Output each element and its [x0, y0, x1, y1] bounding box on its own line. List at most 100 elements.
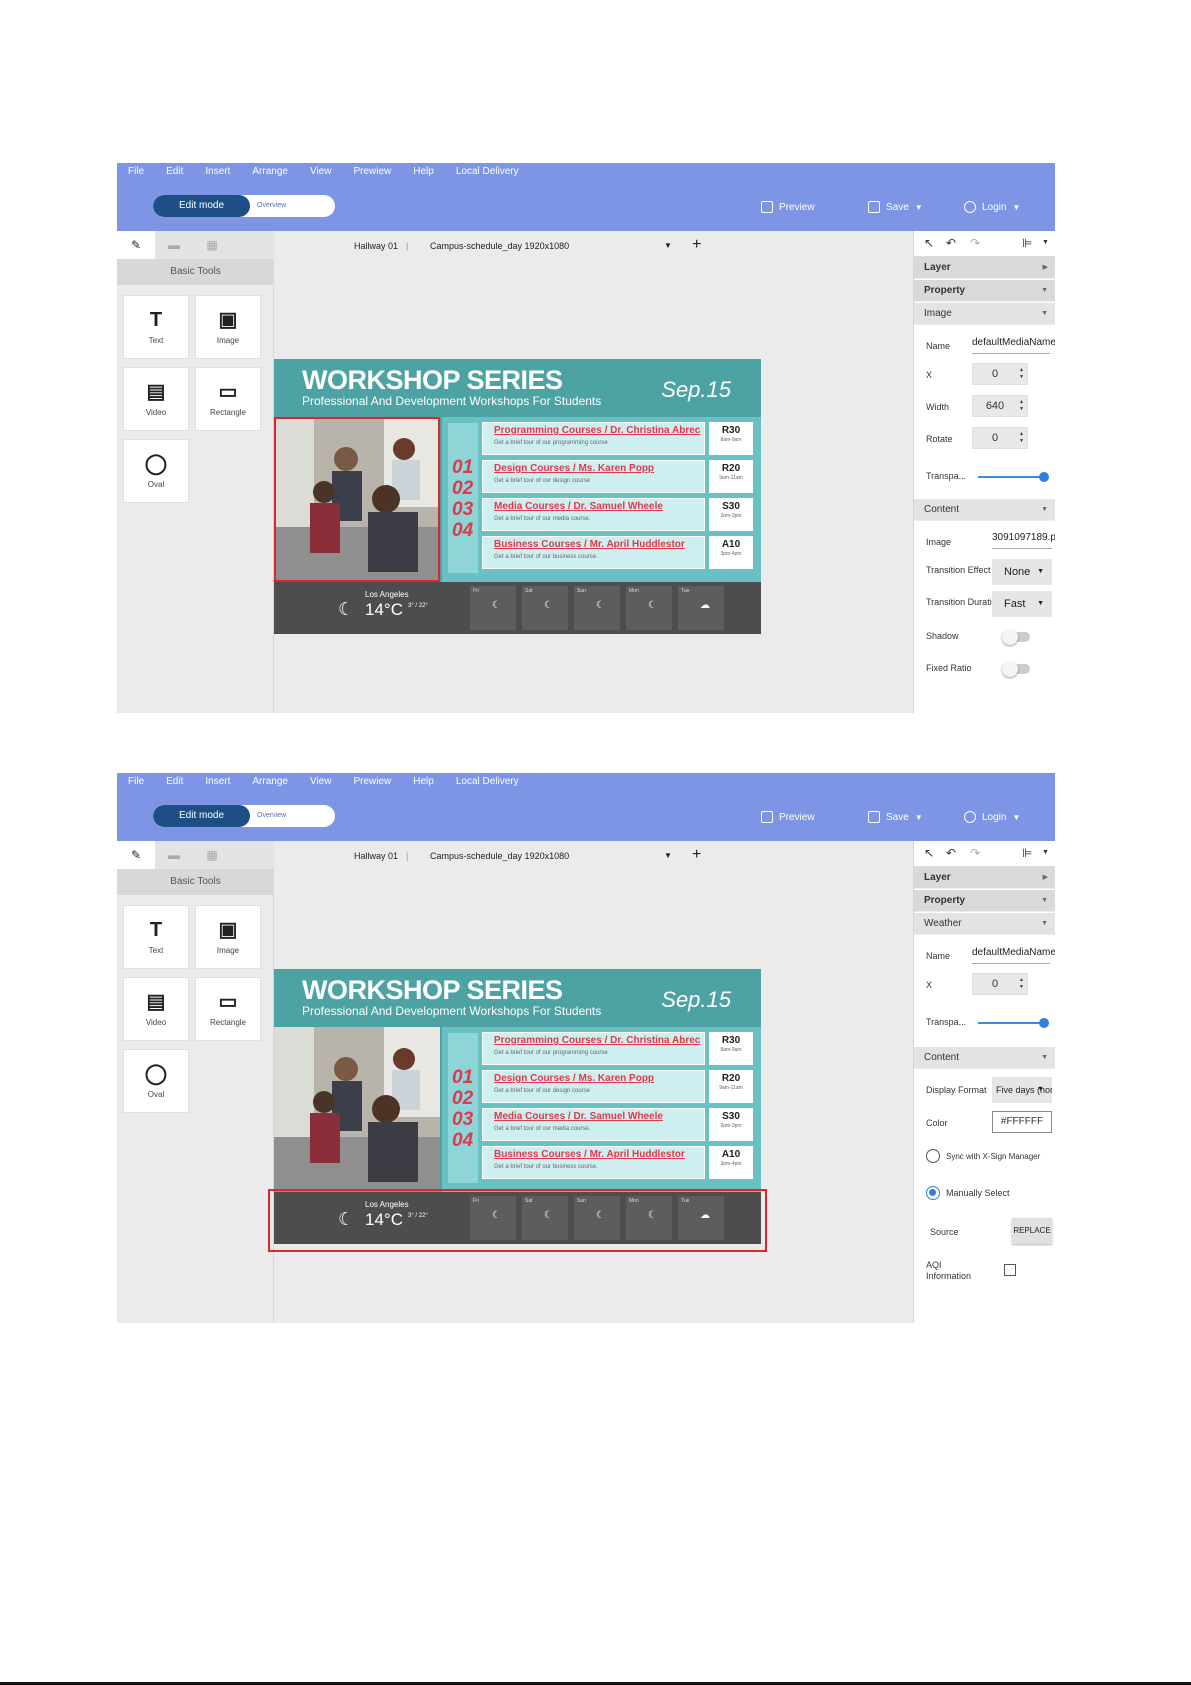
course-row[interactable]: Programming Courses / Dr. Christina Abre…	[482, 1032, 705, 1065]
poster-date[interactable]: Sep.15	[661, 987, 731, 1013]
chevron-down-icon[interactable]: ▼	[1042, 239, 1049, 246]
tool-text[interactable]: T Text	[123, 905, 189, 969]
chevron-down-icon[interactable]: ▼	[1042, 849, 1049, 856]
section-weather[interactable]: Weather ▼	[914, 913, 1055, 935]
section-property[interactable]: Property ▼	[914, 890, 1055, 912]
menu-file[interactable]: File	[128, 166, 144, 177]
aqi-checkbox[interactable]	[1004, 1264, 1016, 1276]
tool-oval[interactable]: ◯ Oval	[123, 1049, 189, 1113]
menu-view[interactable]: View	[310, 776, 332, 787]
transition-effect-select[interactable]: None	[992, 559, 1052, 585]
rotate-stepper[interactable]: 0	[972, 427, 1028, 449]
pencil-icon[interactable]: ✎	[117, 231, 155, 259]
add-icon[interactable]: +	[692, 846, 701, 864]
undo-icon[interactable]: ↶	[946, 236, 956, 250]
room-cell[interactable]: R20 9am-11am	[709, 460, 753, 493]
save-button[interactable]: Save ▼	[868, 811, 923, 823]
manual-radio[interactable]	[926, 1186, 940, 1200]
transition-duration-select[interactable]: Fast	[992, 591, 1052, 617]
x-stepper[interactable]: 0	[972, 363, 1028, 385]
briefcase-icon[interactable]: ▬	[155, 231, 193, 259]
poster-title[interactable]: WORKSHOP SERIES	[302, 365, 563, 396]
login-button[interactable]: Login ▼	[964, 201, 1020, 213]
poster-photo[interactable]	[274, 1027, 440, 1192]
tool-image[interactable]: ▣ Image	[195, 905, 261, 969]
slider-knob[interactable]	[1039, 472, 1049, 482]
mode-toggle[interactable]: Edit mode Overview	[153, 805, 335, 827]
room-cell[interactable]: A10 3pm-4pm	[709, 536, 753, 569]
course-row[interactable]: Design Courses / Ms. Karen Popp Get a bri…	[482, 460, 705, 493]
menu-view[interactable]: View	[310, 166, 332, 177]
layout-select[interactable]: Campus-schedule_day 1920x1080	[430, 241, 569, 251]
align-icon[interactable]: ⊫	[1022, 236, 1032, 250]
transparency-slider[interactable]	[978, 476, 1044, 478]
tool-rectangle[interactable]: ▭ Rectangle	[195, 977, 261, 1041]
slider-knob[interactable]	[1039, 1018, 1049, 1028]
poster-subtitle[interactable]: Professional And Development Workshops F…	[302, 1004, 601, 1018]
align-icon[interactable]: ⊫	[1022, 846, 1032, 860]
screen-name[interactable]: Hallway 01	[354, 851, 398, 861]
section-layer[interactable]: Layer ▶	[914, 867, 1055, 889]
poster-date[interactable]: Sep.15	[661, 377, 731, 403]
section-image[interactable]: Image ▼	[914, 303, 1055, 325]
menu-insert[interactable]: Insert	[205, 776, 230, 787]
menu-local-delivery[interactable]: Local Delivery	[456, 776, 519, 787]
menu-local-delivery[interactable]: Local Delivery	[456, 166, 519, 177]
room-cell[interactable]: R30 8am-9am	[709, 422, 753, 455]
tool-rectangle[interactable]: ▭ Rectangle	[195, 367, 261, 431]
poster-canvas[interactable]: WORKSHOP SERIES Professional And Develop…	[274, 359, 761, 634]
pencil-icon[interactable]: ✎	[117, 841, 155, 869]
section-content[interactable]: Content ▼	[914, 499, 1055, 521]
menu-preview[interactable]: Prewiew	[353, 776, 391, 787]
menu-insert[interactable]: Insert	[205, 166, 230, 177]
menu-edit[interactable]: Edit	[166, 166, 183, 177]
layout-select[interactable]: Campus-schedule_day 1920x1080	[430, 851, 569, 861]
course-row[interactable]: Media Courses / Dr. Samuel Wheele Get a b…	[482, 1108, 705, 1141]
briefcase-icon[interactable]: ▬	[155, 841, 193, 869]
undo-icon[interactable]: ↶	[946, 846, 956, 860]
overview-button[interactable]: Overview	[257, 805, 286, 827]
poster-title[interactable]: WORKSHOP SERIES	[302, 975, 563, 1006]
redo-icon[interactable]: ↷	[970, 236, 980, 250]
menu-preview[interactable]: Prewiew	[353, 166, 391, 177]
room-cell[interactable]: R20 9am-11am	[709, 1070, 753, 1103]
cursor-icon[interactable]: ↖	[924, 236, 934, 250]
width-stepper[interactable]: 640	[972, 395, 1028, 417]
menu-arrange[interactable]: Arrange	[252, 166, 288, 177]
edit-mode-button[interactable]: Edit mode	[153, 195, 250, 217]
tool-image[interactable]: ▣ Image	[195, 295, 261, 359]
overview-button[interactable]: Overview	[257, 195, 286, 217]
layout-icon[interactable]: ▦	[193, 841, 231, 869]
menu-help[interactable]: Help	[413, 166, 434, 177]
tool-text[interactable]: T Text	[123, 295, 189, 359]
course-row[interactable]: Programming Courses / Dr. Christina Abre…	[482, 422, 705, 455]
menu-file[interactable]: File	[128, 776, 144, 787]
chevron-down-icon[interactable]: ▼	[664, 241, 672, 250]
replace-button[interactable]: REPLACE	[1012, 1218, 1052, 1244]
login-button[interactable]: Login ▼	[964, 811, 1020, 823]
preview-button[interactable]: Preview	[761, 201, 815, 213]
edit-mode-button[interactable]: Edit mode	[153, 805, 250, 827]
x-stepper[interactable]: 0	[972, 973, 1028, 995]
save-button[interactable]: Save ▼	[868, 201, 923, 213]
section-content[interactable]: Content ▼	[914, 1047, 1055, 1069]
course-row[interactable]: Business Courses / Mr. April Huddlestor G…	[482, 536, 705, 569]
tool-video[interactable]: ▤ Video	[123, 977, 189, 1041]
chevron-down-icon[interactable]: ▼	[664, 851, 672, 860]
tool-oval[interactable]: ◯ Oval	[123, 439, 189, 503]
layout-icon[interactable]: ▦	[193, 231, 231, 259]
mode-toggle[interactable]: Edit mode Overview	[153, 195, 335, 217]
tool-video[interactable]: ▤ Video	[123, 367, 189, 431]
room-cell[interactable]: S30 2pm-3pm	[709, 1108, 753, 1141]
section-property[interactable]: Property ▼	[914, 280, 1055, 302]
course-row[interactable]: Media Courses / Dr. Samuel Wheele Get a b…	[482, 498, 705, 531]
redo-icon[interactable]: ↷	[970, 846, 980, 860]
poster-subtitle[interactable]: Professional And Development Workshops F…	[302, 394, 601, 408]
screen-name[interactable]: Hallway 01	[354, 241, 398, 251]
room-cell[interactable]: R30 8am-9am	[709, 1032, 753, 1065]
poster-photo[interactable]	[274, 417, 440, 582]
fixed-ratio-toggle[interactable]	[1002, 661, 1030, 677]
weather-widget[interactable]: ☾ Los Angeles 14°C 3° / 22° Fri ☾ Sat ☾ Su…	[274, 582, 761, 634]
section-layer[interactable]: Layer ▶	[914, 257, 1055, 279]
add-icon[interactable]: +	[692, 236, 701, 254]
